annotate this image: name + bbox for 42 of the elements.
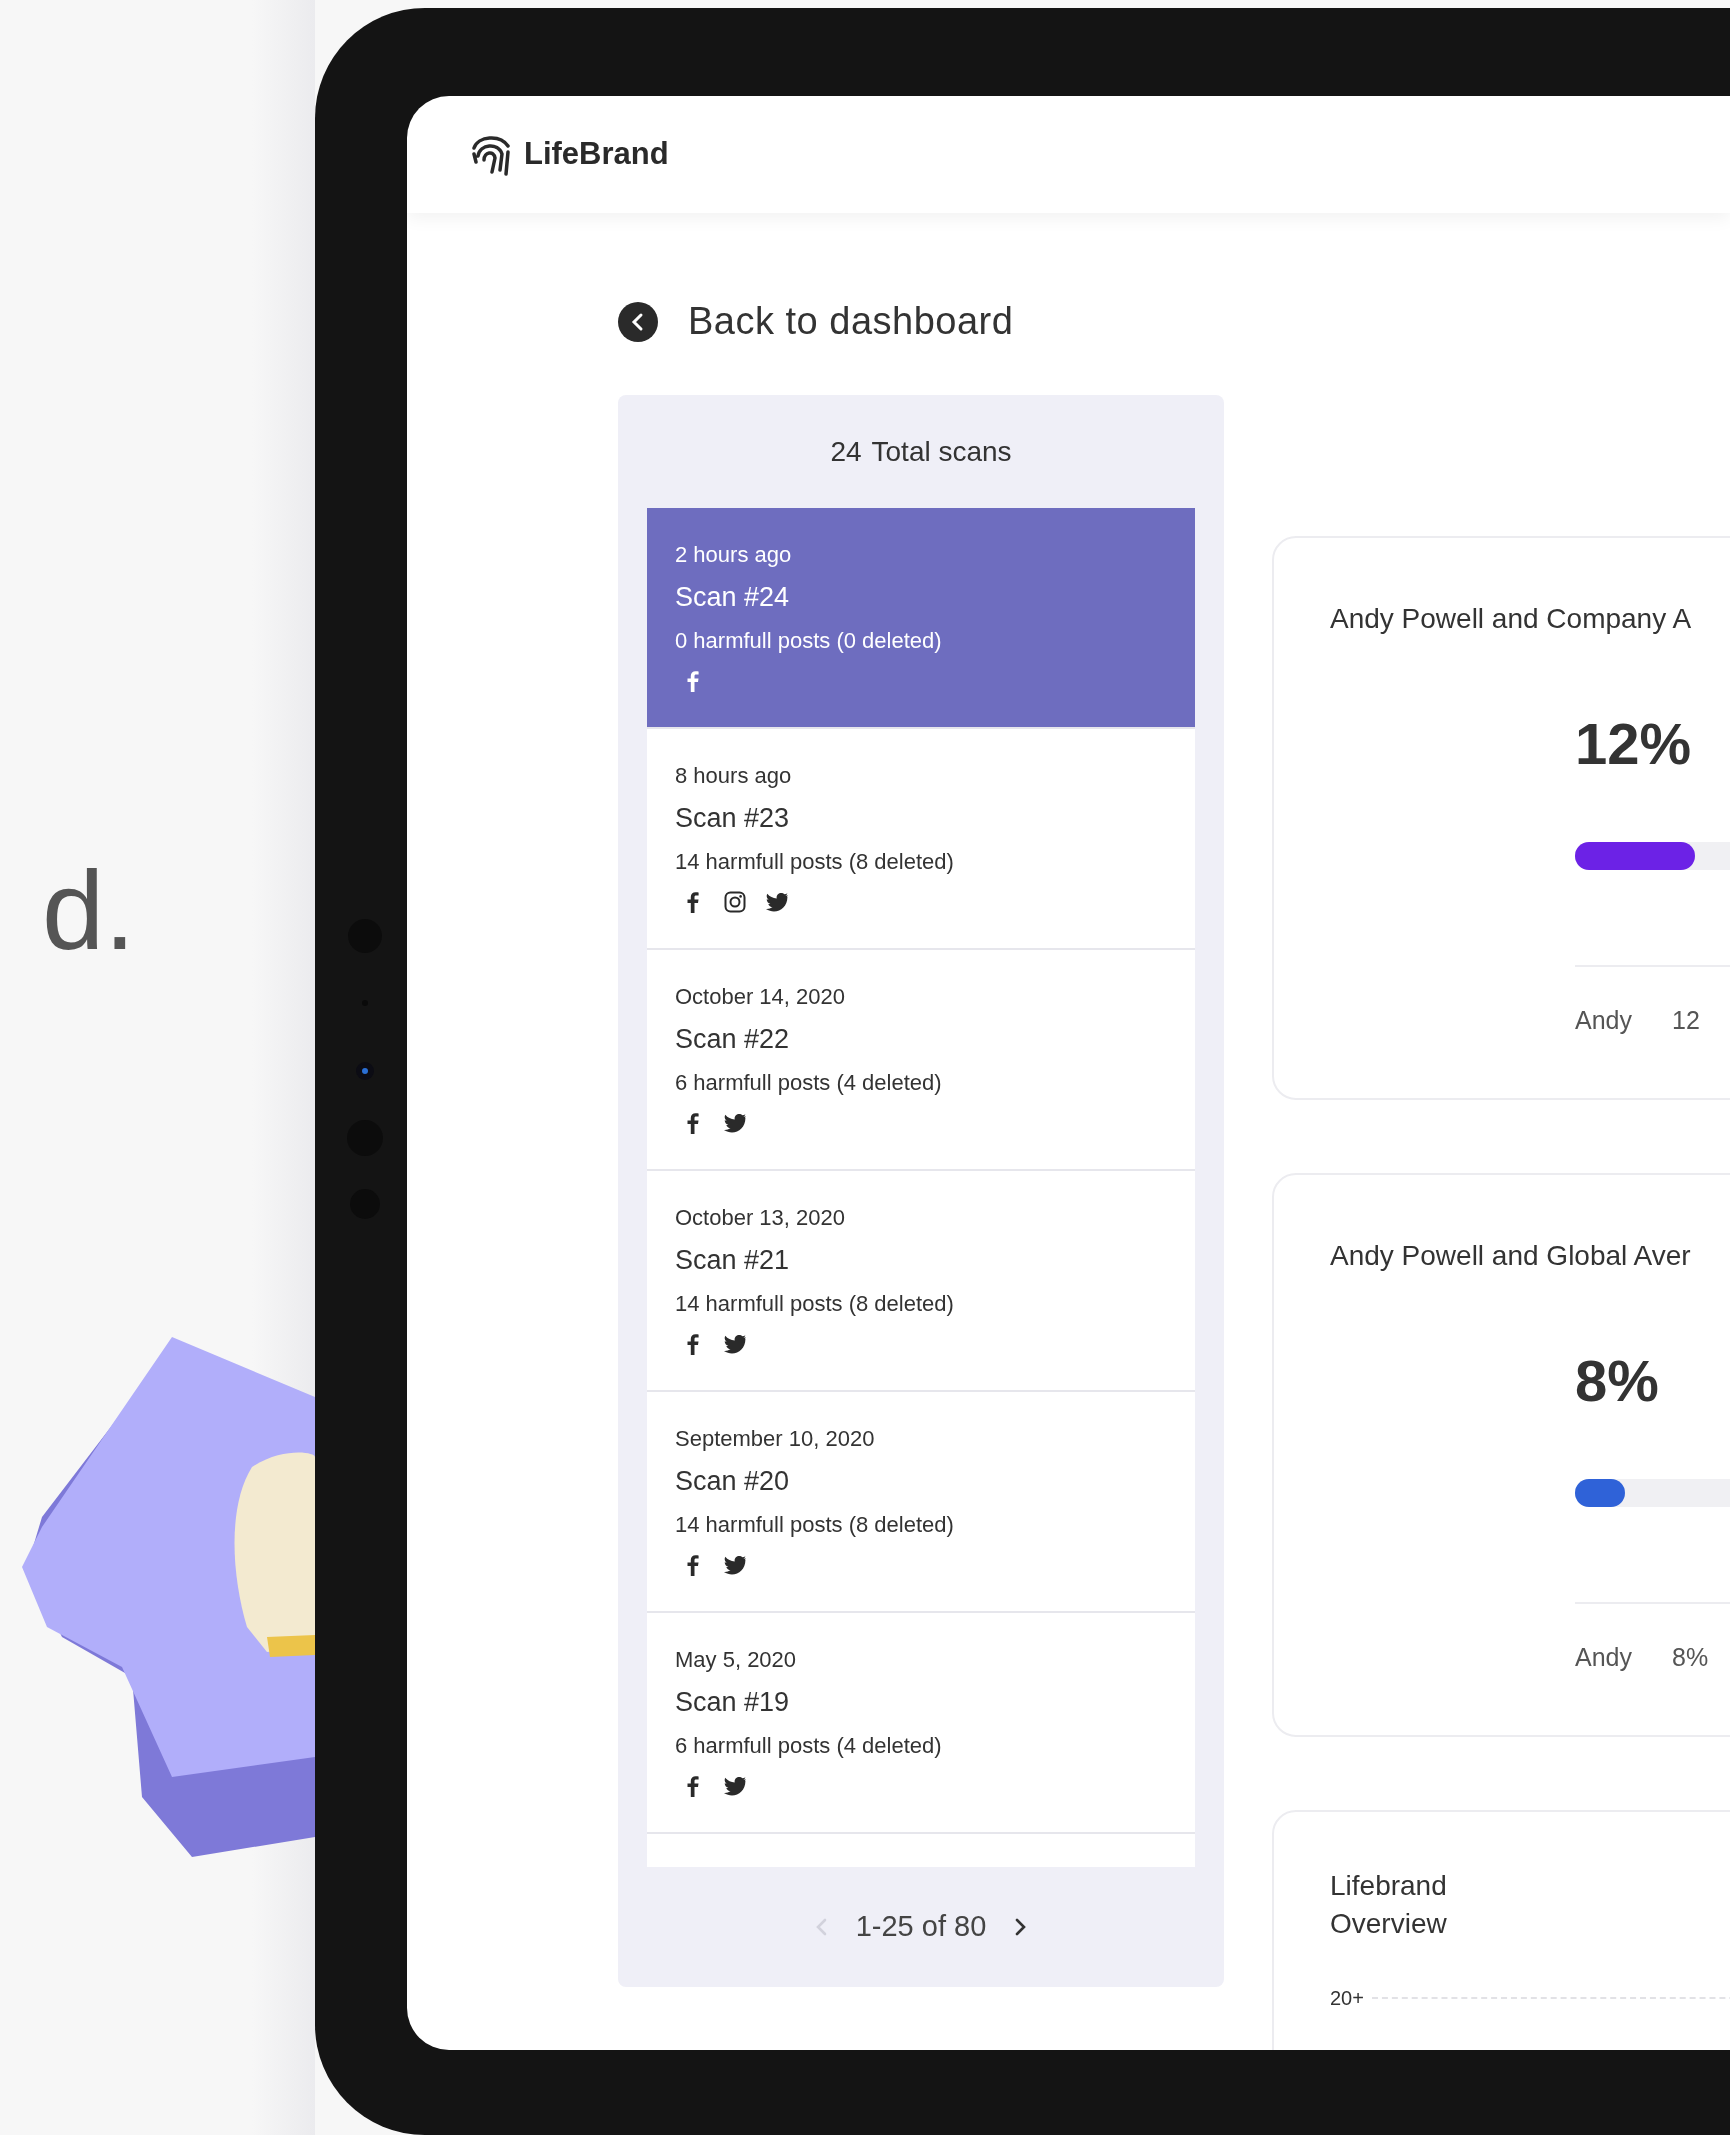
- legend-label: Andy: [1575, 1005, 1632, 1036]
- logo-text: LifeBrand: [524, 135, 669, 174]
- legend-value: 8%: [1672, 1642, 1709, 1673]
- scan-title: Scan #22: [675, 1023, 790, 1056]
- scan-date: October 14, 2020: [675, 983, 845, 1011]
- scan-item[interactable]: September 10, 2020 Scan #20 14 harmfull posts (8 deleted): [647, 1392, 1195, 1613]
- scan-date: October 13, 2020: [675, 1204, 845, 1232]
- scan-date: May 5, 2020: [675, 1646, 797, 1674]
- scan-date: 2 hours ago: [675, 541, 792, 569]
- scan-date: September 10, 2020: [675, 1425, 875, 1453]
- scan-title: Scan #24: [675, 581, 790, 614]
- scan-item[interactable]: 2 hours ago Scan #24 0 harmfull posts (0 deleted): [647, 508, 1195, 729]
- camera-icon: [723, 889, 747, 914]
- scan-summary: 14 harmfull posts (8 deleted): [675, 1510, 954, 1539]
- scan-item[interactable]: [647, 1834, 1195, 1867]
- scan-title: Scan #21: [675, 1244, 790, 1277]
- scan-summary: 6 harmfull posts (4 deleted): [675, 1068, 942, 1097]
- scan-item[interactable]: 8 hours ago Scan #23 14 harmfull posts (8 deleted): [647, 729, 1195, 950]
- scan-summary: 6 harmfull posts (4 deleted): [675, 1731, 942, 1760]
- scan-title: Scan #23: [675, 802, 790, 835]
- axis-tick: 20+: [1330, 1985, 1364, 2011]
- scan-item[interactable]: October 14, 2020 Scan #22 6 harmfull posts (4 deleted): [647, 950, 1195, 1171]
- percent-value: 12%: [1575, 710, 1693, 778]
- scan-summary: 0 harmfull posts (0 deleted): [675, 626, 942, 655]
- scan-item[interactable]: May 5, 2020 Scan #19 6 harmfull posts (4 deleted): [647, 1613, 1195, 1834]
- legend-value: 12: [1672, 1005, 1700, 1036]
- percent-value: 8%: [1575, 1347, 1660, 1415]
- total-label: Total scans: [871, 434, 1012, 469]
- card-title: Andy Powell and Company A: [1330, 602, 1693, 636]
- card-title: Lifebrand Overview: [1330, 1869, 1448, 1941]
- headline-text: d.: [42, 855, 137, 967]
- scan-date: 8 hours ago: [675, 762, 792, 790]
- page-range: 1-25 of 80: [855, 1909, 987, 1945]
- scan-item[interactable]: October 13, 2020 Scan #21 14 harmfull posts (8 deleted): [647, 1171, 1195, 1392]
- scan-summary: 14 harmfull posts (8 deleted): [675, 1289, 954, 1318]
- legend-label: Andy: [1575, 1642, 1632, 1673]
- back-link[interactable]: Back to dashboard: [618, 293, 1014, 350]
- scan-title: Scan #19: [675, 1686, 790, 1719]
- scan-summary: 14 harmfull posts (8 deleted): [675, 847, 954, 876]
- card-title: Andy Powell and Global Aver: [1330, 1239, 1692, 1273]
- scan-title: Scan #20: [675, 1465, 790, 1498]
- total-count: 24: [830, 434, 862, 469]
